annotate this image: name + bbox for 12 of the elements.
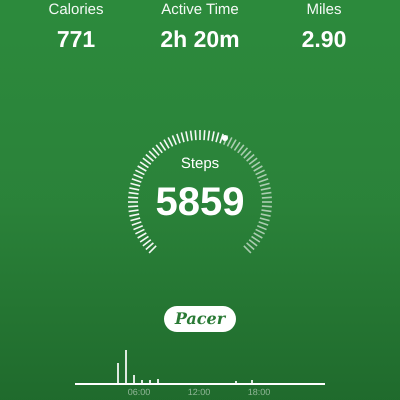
stat-label: Miles <box>306 0 342 20</box>
stat-label: Active Time <box>161 0 239 20</box>
steps-count: 5859 <box>156 180 244 224</box>
pacer-logo: Pacer <box>164 306 236 332</box>
stat-value: 2.90 <box>302 25 346 54</box>
time-label: 12:00 <box>188 386 210 399</box>
stat-value: 771 <box>56 25 96 54</box>
time-label: 06:00 <box>128 386 150 399</box>
stat-label: Calories <box>48 0 104 20</box>
stat-value: 2h 20m <box>160 25 240 54</box>
steps-label: Steps <box>180 154 220 174</box>
time-label: 18:00 <box>248 386 270 399</box>
